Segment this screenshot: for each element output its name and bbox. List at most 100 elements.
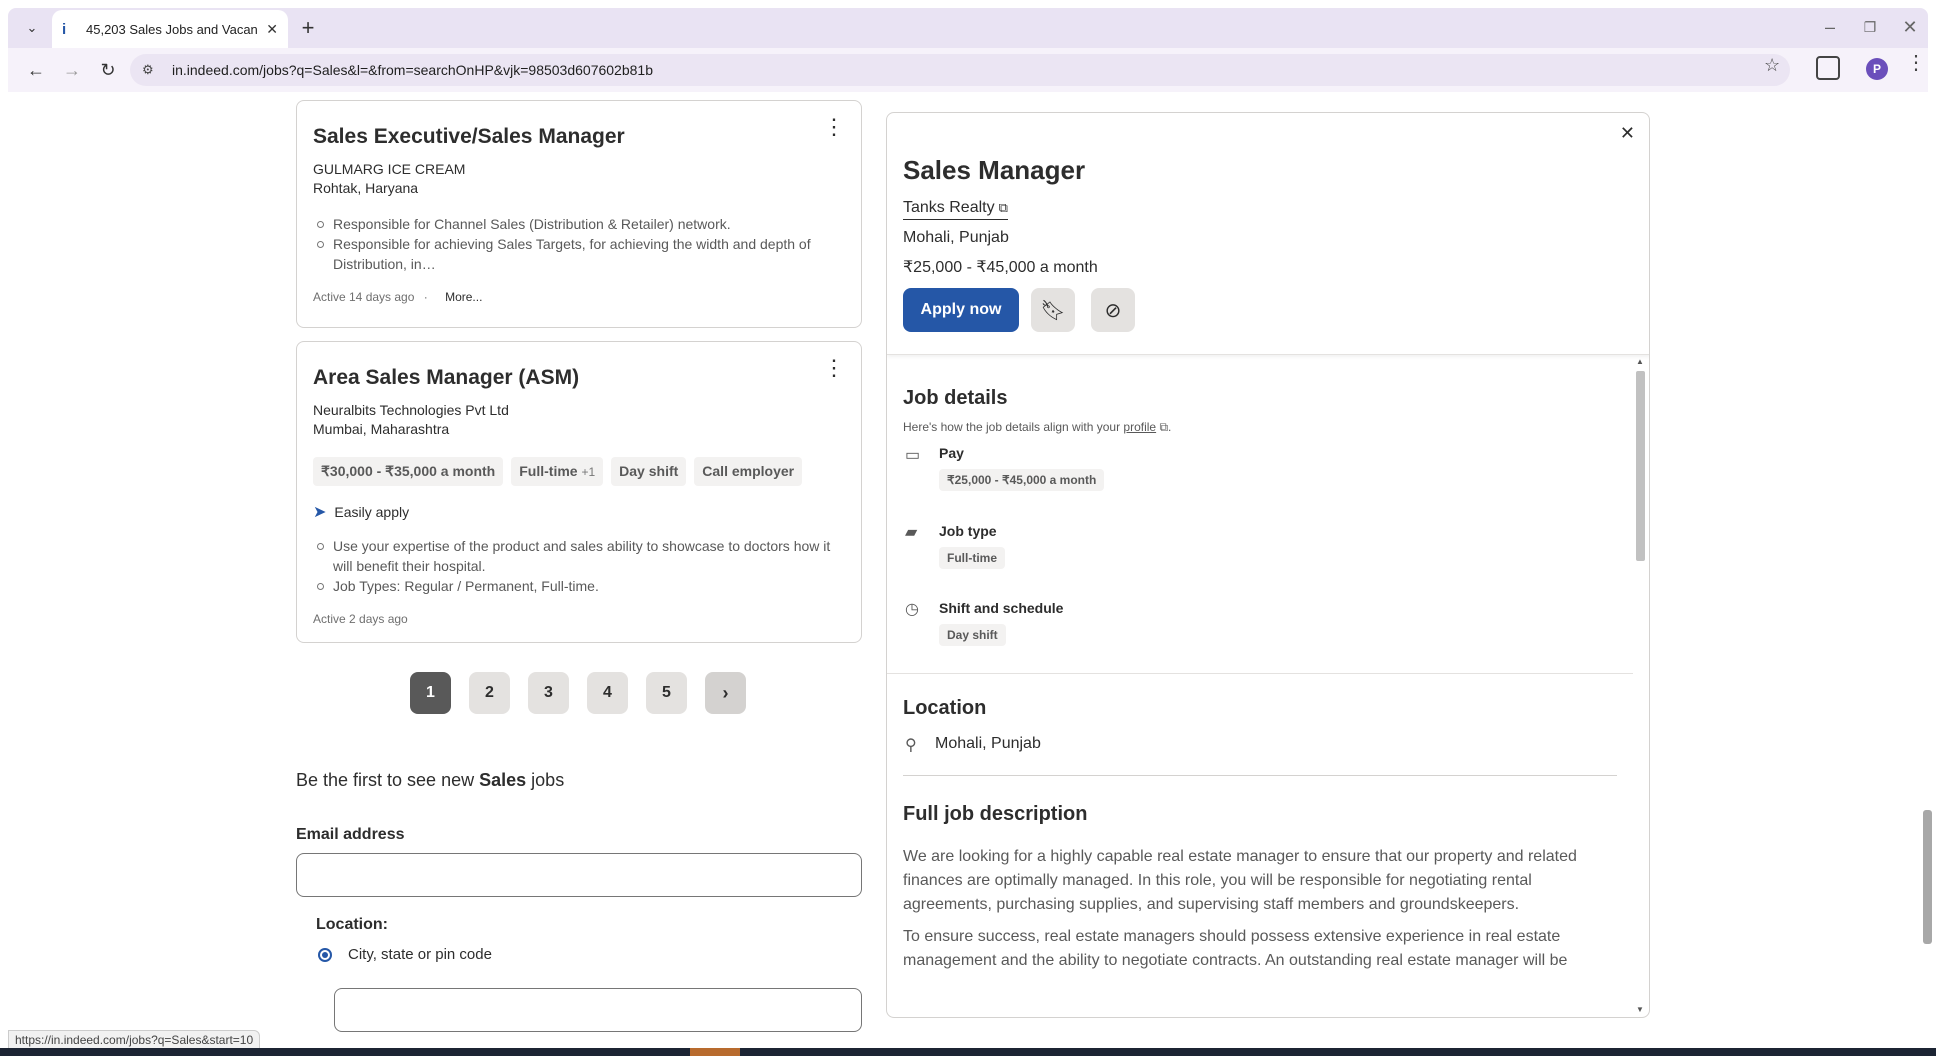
job-title[interactable]: Sales Executive/Sales Manager — [313, 125, 845, 149]
detail-scrollbar[interactable]: ▲ ▼ — [1633, 357, 1647, 1017]
city-input[interactable] — [334, 988, 862, 1032]
job-type-chip: Full-time +1 — [511, 457, 604, 486]
status-bar-url: https://in.indeed.com/jobs?q=Sales&start… — [8, 1030, 261, 1050]
page-3-button[interactable]: 3 — [528, 672, 569, 714]
clock-icon: ◷ — [905, 601, 919, 618]
save-job-bookmark-icon[interactable]: 🔖︎ — [1031, 288, 1075, 332]
more-options-icon[interactable]: ⋮ — [823, 357, 845, 379]
page-4-button[interactable]: 4 — [587, 672, 628, 714]
job-location: Mumbai, Maharashtra — [313, 421, 450, 437]
pay-label: Pay — [939, 445, 964, 461]
scroll-down-icon[interactable]: ▼ — [1636, 1005, 1644, 1014]
pay-icon: ▭ — [905, 447, 921, 464]
job-alert-title: Be the first to see new Sales jobs — [296, 770, 565, 790]
divider — [887, 673, 1633, 674]
job-type-label: Job type — [939, 523, 997, 539]
job-title[interactable]: Area Sales Manager (ASM) — [313, 366, 845, 390]
snippet-item: Responsible for Channel Sales (Distribut… — [313, 214, 845, 234]
detail-company-link[interactable]: Tanks Realty ⧉ — [903, 199, 1008, 220]
radio-label: City, state or pin code — [348, 946, 492, 963]
os-taskbar — [0, 1048, 1936, 1056]
easily-apply: ➤ Easily apply — [313, 502, 845, 522]
url-text: in.indeed.com/jobs?q=Sales&l=&from=searc… — [172, 62, 653, 78]
not-interested-icon[interactable]: ⊘ — [1091, 288, 1135, 332]
briefcase-icon: ▰ — [905, 524, 918, 541]
job-detail-header: ✕ Sales Manager Tanks Realty ⧉ Mohali, Pu… — [887, 113, 1649, 355]
description-paragraph: We are looking for a highly capable real… — [903, 848, 1577, 913]
apply-now-button[interactable]: Apply now — [903, 288, 1019, 332]
company-name: Neuralbits Technologies Pvt Ltd — [313, 402, 509, 418]
snippet-item: Use your expertise of the product and sa… — [313, 536, 845, 576]
more-link[interactable]: More... — [445, 290, 482, 304]
pay-chip: ₹25,000 - ₹45,000 a month — [939, 469, 1105, 491]
back-icon[interactable]: ← — [22, 56, 50, 84]
page-2-button[interactable]: 2 — [469, 672, 510, 714]
taskbar-app-indicator — [690, 1048, 740, 1056]
tab-list-button[interactable]: ⌄ — [18, 14, 46, 42]
browser-tab-active[interactable]: i 45,203 Sales Jobs and Vacancie ✕ — [52, 10, 288, 48]
radio-selected[interactable] — [318, 947, 332, 962]
browser-menu-icon[interactable]: ⋮ — [1906, 53, 1926, 73]
email-label: Email address — [296, 826, 405, 843]
job-card[interactable]: Area Sales Manager (ASM) ⋮ Neuralbits Te… — [296, 341, 862, 643]
profile-avatar[interactable]: P — [1866, 58, 1888, 80]
new-tab-button[interactable]: + — [294, 14, 322, 42]
page-5-button[interactable]: 5 — [646, 672, 687, 714]
company-name: GULMARG ICE CREAM — [313, 161, 466, 177]
salary-chip: ₹30,000 - ₹35,000 a month — [313, 457, 504, 486]
tab-close-icon[interactable]: ✕ — [266, 21, 278, 38]
city-radio-option[interactable]: City, state or pin code — [318, 946, 492, 963]
scrollbar-thumb[interactable] — [1636, 371, 1645, 561]
detail-location: Mohali, Punjab — [903, 229, 1009, 246]
reload-icon[interactable]: ↻ — [94, 56, 122, 84]
description-paragraph: To ensure success, real estate managers … — [903, 928, 1568, 969]
job-details-heading: Job details — [903, 387, 1008, 409]
job-attribute-chips: ₹30,000 - ₹35,000 a month Full-time +1 D… — [313, 457, 845, 486]
job-card[interactable]: Sales Executive/Sales Manager ⋮ GULMARG … — [296, 100, 862, 328]
minimize-icon[interactable]: – — [1810, 12, 1850, 42]
browser-chrome: ⌄ i 45,203 Sales Jobs and Vacancie ✕ + –… — [0, 0, 1936, 96]
page-1-button[interactable]: 1 — [410, 672, 451, 714]
snippet-item: Responsible for achieving Sales Targets,… — [313, 234, 845, 274]
location-heading: Location — [903, 697, 987, 719]
detail-pay: ₹25,000 - ₹45,000 a month — [903, 259, 1098, 276]
location-label: Location: — [316, 916, 388, 933]
detail-job-title: Sales Manager — [903, 155, 1086, 185]
job-details-subtitle: Here's how the job details align with yo… — [903, 420, 1172, 434]
next-page-chevron-icon[interactable]: › — [705, 672, 746, 714]
shift-label: Shift and schedule — [939, 600, 1064, 616]
call-employer-chip: Call employer — [694, 457, 803, 486]
forward-icon[interactable]: → — [58, 56, 86, 84]
job-detail-pane: ✕ Sales Manager Tanks Realty ⧉ Mohali, Pu… — [886, 112, 1650, 1018]
more-options-icon[interactable]: ⋮ — [823, 116, 845, 138]
pagination: 1 2 3 4 5 › — [410, 672, 746, 714]
close-icon[interactable]: ✕ — [1620, 123, 1635, 144]
scrollbar-thumb[interactable] — [1923, 810, 1932, 944]
external-link-icon: ⧉ — [998, 200, 1008, 215]
tab-strip: ⌄ i 45,203 Sales Jobs and Vacancie ✕ + –… — [8, 8, 1928, 48]
divider — [903, 775, 1617, 776]
site-info-icon[interactable]: ⚙ — [142, 62, 162, 78]
shift-chip: Day shift — [611, 457, 687, 486]
send-arrow-icon: ➤ — [313, 504, 327, 521]
window-close-icon[interactable]: ✕ — [1890, 12, 1930, 42]
scroll-up-icon[interactable]: ▲ — [1636, 357, 1644, 366]
restore-icon[interactable]: ❐ — [1850, 12, 1890, 42]
full-description-heading: Full job description — [903, 803, 1088, 825]
email-field[interactable] — [296, 853, 862, 897]
active-date: Active 2 days ago — [313, 612, 408, 626]
snippet-item: Job Types: Regular / Permanent, Full-tim… — [313, 576, 845, 596]
job-type-chip: Full-time — [939, 547, 1005, 569]
page-scrollbar[interactable] — [1920, 96, 1934, 1040]
tab-title: 45,203 Sales Jobs and Vacancie — [86, 21, 259, 37]
easily-apply-label: Easily apply — [334, 504, 410, 520]
address-bar[interactable]: ⚙ in.indeed.com/jobs?q=Sales&l=&from=sea… — [130, 54, 1790, 86]
location-pin-icon: ⚲ — [905, 737, 917, 754]
browser-toolbar: ← → ↻ ⚙ in.indeed.com/jobs?q=Sales&l=&fr… — [8, 48, 1928, 92]
bookmark-star-icon[interactable]: ☆ — [1764, 55, 1780, 76]
profile-link[interactable]: profile — [1123, 420, 1156, 434]
job-detail-body: Job details Here's how the job details a… — [887, 357, 1633, 1017]
shift-chip: Day shift — [939, 624, 1006, 646]
job-snippet: Responsible for Channel Sales (Distribut… — [313, 214, 845, 274]
extensions-icon[interactable] — [1816, 56, 1840, 80]
